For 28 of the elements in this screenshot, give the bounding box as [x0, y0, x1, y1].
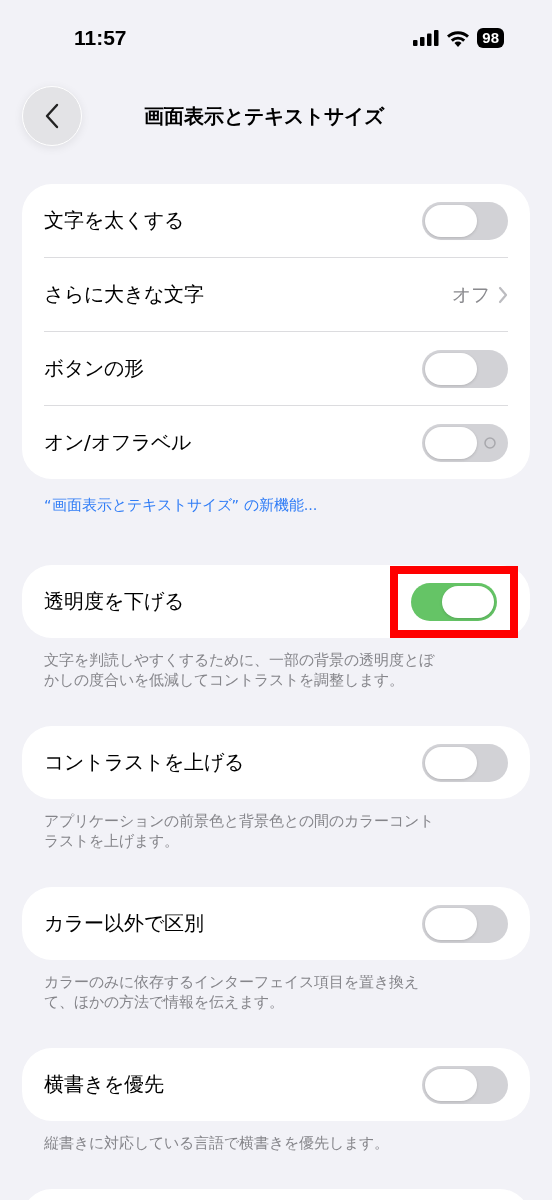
toggle-switch[interactable] [422, 349, 508, 388]
setting-label: ボタンの形 [44, 355, 145, 382]
setting-label: コントラストを上げる [44, 749, 245, 776]
signal-icon [413, 30, 440, 46]
toggle-switch[interactable] [422, 1065, 508, 1104]
status-time: 11:57 [74, 26, 127, 50]
chevron-icon [498, 285, 508, 304]
toggle-switch[interactable] [422, 904, 508, 943]
toggle-switch[interactable] [422, 743, 508, 782]
setting-value[interactable]: オフ [452, 281, 490, 308]
footer-note: 文字を判読しやすくするために、一部の背景の透明度とぼかしの度合いを低減してコントラストを調整します。 [44, 651, 436, 690]
setting-label: オン/オフラベル [44, 429, 192, 456]
footer-note: カラーのみに依存するインターフェイス項目を置き換えて、ほかの方法で情報を伝えます。 [44, 973, 420, 1012]
footer-note: 縦書きに対応している言語で横書きを優先します。 [44, 1134, 389, 1153]
setting-label: 横書きを優先 [44, 1071, 165, 1098]
setting-label: さらに大きな文字 [44, 281, 205, 308]
toggle-switch[interactable] [422, 201, 508, 240]
wifi-icon [446, 29, 471, 47]
battery-level: 98 [477, 28, 504, 48]
setting-label: 透明度を下げる [44, 588, 185, 615]
setting-label: 文字を太くする [44, 207, 185, 234]
whats-new-link[interactable]: “画面表示とテキストサイズ” の新機能... [44, 495, 318, 515]
footer-note: アプリケーションの前景色と背景色との間のカラーコントラストを上げます。 [44, 812, 435, 851]
page-title: 画面表示とテキストサイズ [144, 102, 384, 130]
toggle-switch[interactable] [422, 423, 508, 462]
toggle-switch[interactable] [411, 582, 497, 621]
setting-label: カラー以外で区別 [44, 910, 205, 937]
back-chevron-icon [45, 103, 59, 129]
